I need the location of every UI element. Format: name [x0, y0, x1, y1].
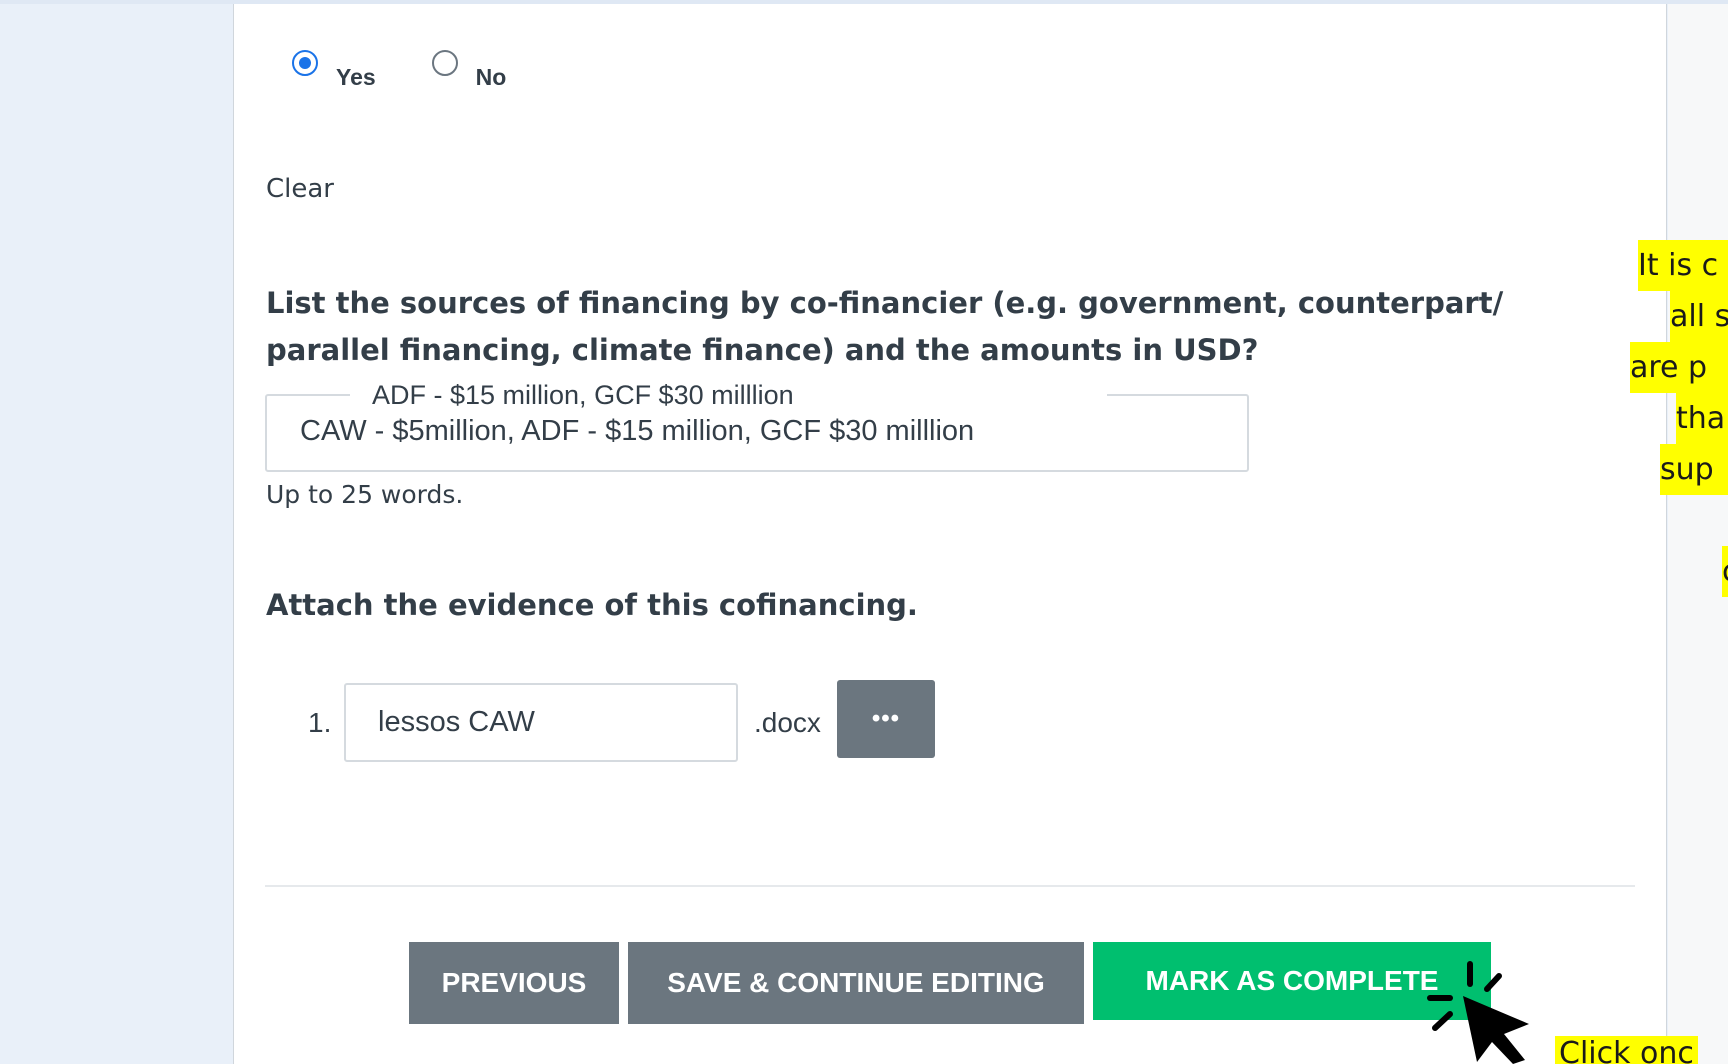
section-divider: [265, 885, 1635, 887]
financing-question: List the sources of financing by co-fina…: [266, 286, 1504, 367]
side-annotation-note: It is c all s are p tha sup c: [1630, 240, 1728, 597]
note-line: tha: [1676, 393, 1728, 444]
radio-checked-icon[interactable]: [292, 50, 318, 76]
note-line: sup: [1660, 444, 1728, 495]
click-annotation-note: Click onc: [1555, 1036, 1698, 1064]
radio-option-no[interactable]: No: [431, 48, 507, 91]
note-line: [1638, 495, 1728, 546]
note-line: It is c: [1638, 240, 1728, 291]
autocomplete-overlay: ADF - $15 million, GCF $30 milllion: [350, 378, 1107, 412]
previous-button[interactable]: PREVIOUS: [409, 942, 619, 1024]
yes-no-radio-group: Yes No: [292, 48, 562, 91]
attachment-filename-input[interactable]: lessos CAW: [344, 683, 738, 762]
clear-link[interactable]: Clear: [266, 174, 334, 204]
note-line: are p: [1630, 342, 1728, 393]
note-line: c: [1722, 546, 1728, 597]
attach-evidence-heading: Attach the evidence of this cofinancing.: [266, 588, 918, 622]
more-dots-icon: •••: [871, 704, 901, 732]
attachment-filename-value: lessos CAW: [378, 706, 535, 738]
click-cursor-icon: [1427, 961, 1529, 1064]
radio-unchecked-icon[interactable]: [431, 50, 458, 76]
action-buttons: PREVIOUS SAVE & CONTINUE EDITING MARK AS…: [409, 942, 1500, 1024]
attachment-row: 1. lessos CAW .docx •••: [308, 679, 935, 762]
radio-label-yes: Yes: [336, 64, 376, 90]
word-limit-hint: Up to 25 words.: [266, 480, 464, 509]
attachment-more-button[interactable]: •••: [836, 679, 935, 758]
save-continue-button[interactable]: SAVE & CONTINUE EDITING: [628, 942, 1084, 1024]
form-panel: [233, 4, 1667, 1064]
radio-option-yes[interactable]: Yes: [292, 48, 376, 91]
attachment-index: 1.: [308, 706, 332, 738]
attachment-extension: .docx: [754, 706, 821, 738]
radio-label-no: No: [475, 64, 507, 90]
note-line: all s: [1670, 291, 1728, 342]
